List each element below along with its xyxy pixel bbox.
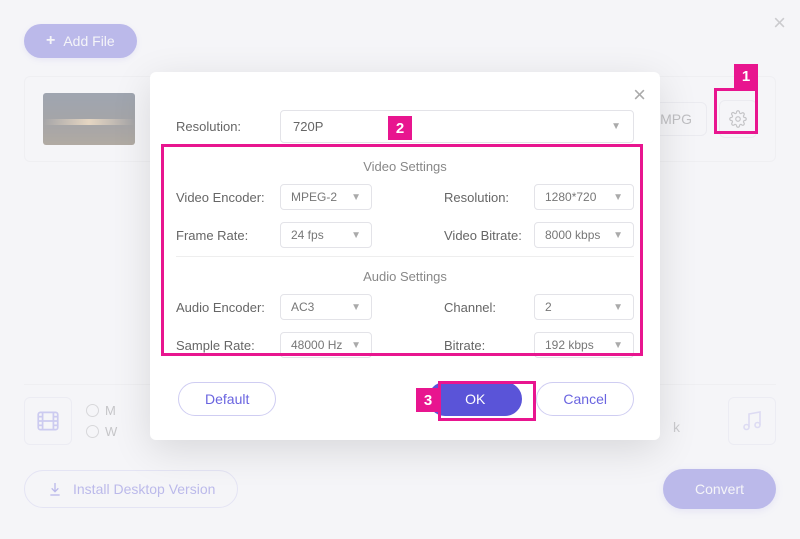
audio-encoder-value: AC3 bbox=[291, 300, 314, 314]
audio-encoder-select[interactable]: AC3 ▼ bbox=[280, 294, 372, 320]
chevron-down-icon: ▼ bbox=[613, 192, 623, 203]
resolution-label: Resolution: bbox=[176, 119, 280, 134]
settings-modal: × Resolution: 720P ▼ Video Settings Vide… bbox=[150, 72, 660, 440]
video-resolution-select[interactable]: 1280*720 ▼ bbox=[534, 184, 634, 210]
chevron-down-icon: ▼ bbox=[351, 302, 361, 313]
resolution-preset-value: 720P bbox=[293, 119, 323, 134]
sample-rate-label: Sample Rate: bbox=[176, 338, 280, 353]
chevron-down-icon: ▼ bbox=[613, 302, 623, 313]
video-resolution-value: 1280*720 bbox=[545, 190, 596, 204]
cancel-button-label: Cancel bbox=[563, 391, 607, 407]
sample-rate-value: 48000 Hz bbox=[291, 338, 342, 352]
video-settings-grid: Video Encoder: MPEG-2 ▼ Resolution: 1280… bbox=[176, 184, 634, 248]
frame-rate-label: Frame Rate: bbox=[176, 228, 280, 243]
app-window: × + Add File MPG bbox=[0, 0, 800, 539]
chevron-down-icon: ▼ bbox=[351, 340, 361, 351]
ok-button-label: OK bbox=[465, 391, 485, 407]
video-encoder-label: Video Encoder: bbox=[176, 190, 280, 205]
channel-value: 2 bbox=[545, 300, 552, 314]
ok-button[interactable]: OK bbox=[428, 382, 522, 416]
audio-settings-grid: Audio Encoder: AC3 ▼ Channel: 2 ▼ Sample… bbox=[176, 294, 634, 358]
divider bbox=[176, 256, 634, 257]
sample-rate-select[interactable]: 48000 Hz ▼ bbox=[280, 332, 372, 358]
video-bitrate-value: 8000 kbps bbox=[545, 228, 600, 242]
audio-encoder-label: Audio Encoder: bbox=[176, 300, 280, 315]
modal-close-icon[interactable]: × bbox=[633, 82, 646, 108]
chevron-down-icon: ▼ bbox=[613, 340, 623, 351]
video-bitrate-label: Video Bitrate: bbox=[444, 228, 534, 243]
audio-bitrate-select[interactable]: 192 kbps ▼ bbox=[534, 332, 634, 358]
default-button-label: Default bbox=[205, 391, 249, 407]
channel-label: Channel: bbox=[444, 300, 534, 315]
frame-rate-select[interactable]: 24 fps ▼ bbox=[280, 222, 372, 248]
video-encoder-select[interactable]: MPEG-2 ▼ bbox=[280, 184, 372, 210]
resolution-preset-select[interactable]: 720P ▼ bbox=[280, 110, 634, 143]
video-encoder-value: MPEG-2 bbox=[291, 190, 337, 204]
chevron-down-icon: ▼ bbox=[351, 230, 361, 241]
chevron-down-icon: ▼ bbox=[611, 121, 621, 132]
channel-select[interactable]: 2 ▼ bbox=[534, 294, 634, 320]
frame-rate-value: 24 fps bbox=[291, 228, 324, 242]
video-bitrate-select[interactable]: 8000 kbps ▼ bbox=[534, 222, 634, 248]
audio-bitrate-label: Bitrate: bbox=[444, 338, 534, 353]
video-settings-title: Video Settings bbox=[176, 159, 634, 174]
video-resolution-label: Resolution: bbox=[444, 190, 534, 205]
chevron-down-icon: ▼ bbox=[613, 230, 623, 241]
chevron-down-icon: ▼ bbox=[351, 192, 361, 203]
modal-button-row: Default OK Cancel bbox=[176, 382, 634, 416]
audio-bitrate-value: 192 kbps bbox=[545, 338, 594, 352]
default-button[interactable]: Default bbox=[178, 382, 276, 416]
audio-settings-title: Audio Settings bbox=[176, 269, 634, 284]
cancel-button[interactable]: Cancel bbox=[536, 382, 634, 416]
